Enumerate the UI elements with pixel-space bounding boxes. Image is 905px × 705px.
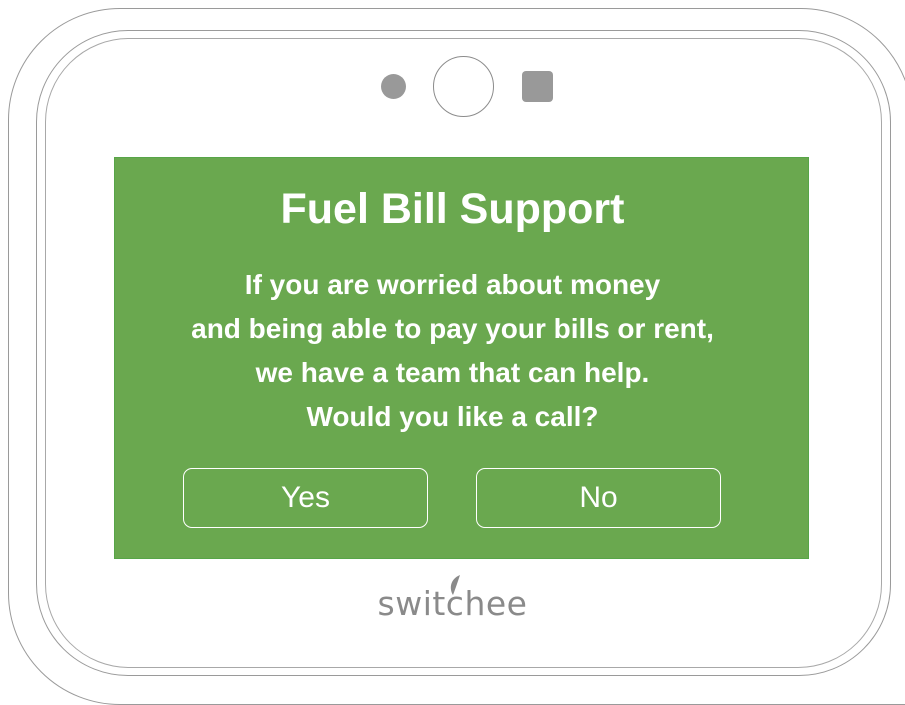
- message-line: Would you like a call?: [306, 401, 599, 432]
- message-line: we have a team that can help.: [255, 357, 650, 388]
- dialog-message: If you are worried about money and being…: [0, 263, 905, 439]
- camera-icon: [433, 56, 494, 117]
- message-line: If you are worried about money: [244, 269, 661, 300]
- square-sensor-icon: [522, 71, 553, 102]
- no-button[interactable]: No: [476, 468, 721, 528]
- light-sensor-icon: [381, 74, 406, 99]
- yes-button[interactable]: Yes: [183, 468, 428, 528]
- brand-logo: switchee: [0, 582, 905, 632]
- brand-logo-text: switchee: [377, 584, 528, 623]
- message-line: and being able to pay your bills or rent…: [191, 313, 714, 344]
- dialog-title: Fuel Bill Support: [280, 185, 625, 233]
